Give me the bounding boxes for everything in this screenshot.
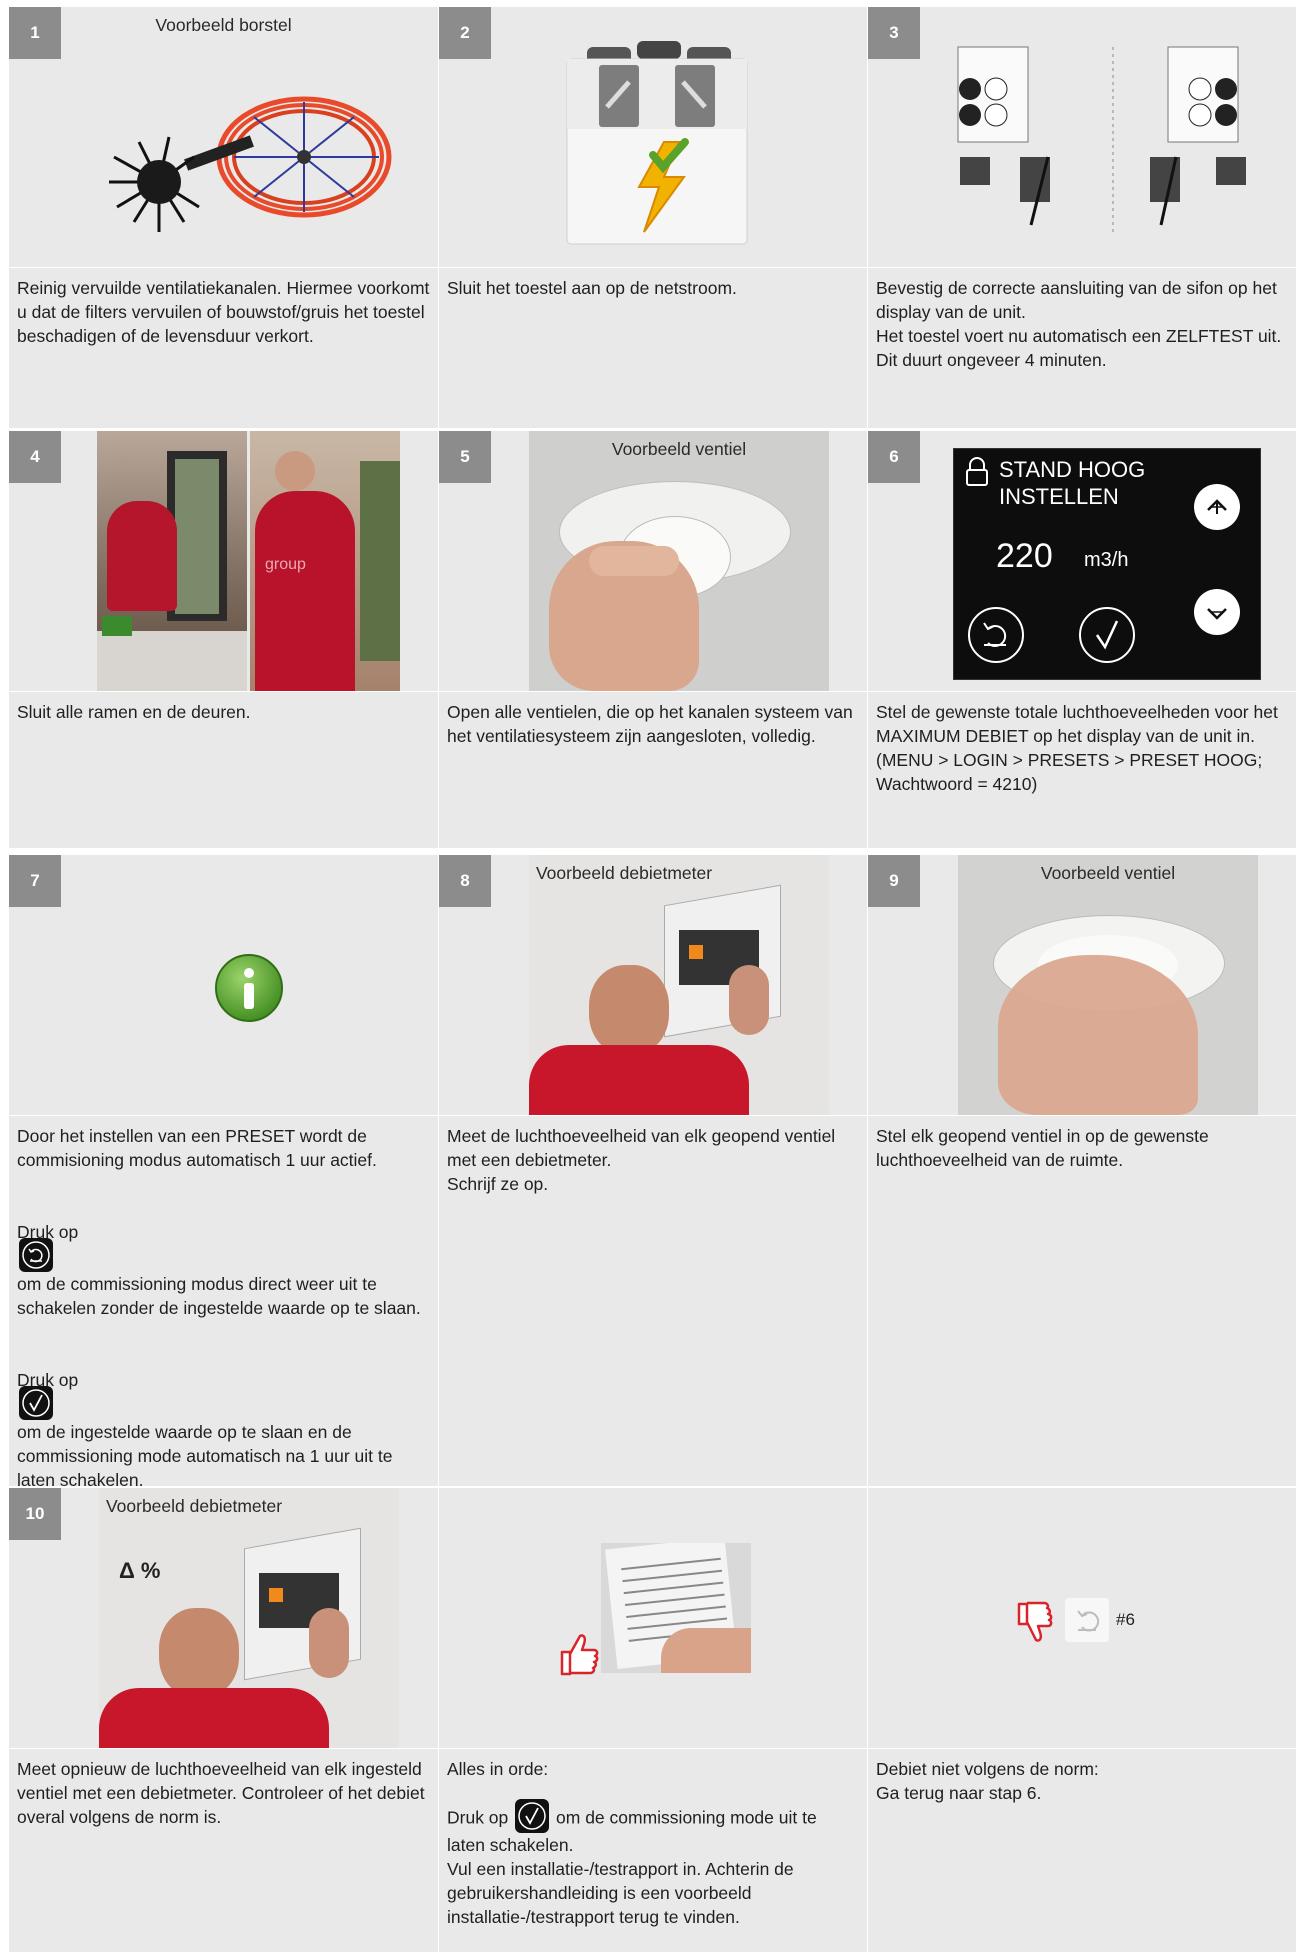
step-10-text: Meet opnieuw de luchthoeveelheid van elk…	[9, 1749, 438, 1952]
step-number: 5	[439, 431, 491, 483]
thumbs-up-icon	[560, 1634, 599, 1676]
window-photo-left	[97, 431, 247, 691]
step-3-text: Bevestig de correcte aansluiting van de …	[868, 268, 1296, 428]
valve-photo: Voorbeeld ventiel	[529, 431, 829, 691]
brush-illustration	[109, 96, 392, 232]
step-1-text: Reinig vervuilde ventilatiekanalen. Hier…	[9, 268, 438, 428]
instruction-prefix: Druk op	[447, 1807, 509, 1828]
step-reference: #6	[1116, 1610, 1135, 1629]
back-icon	[19, 1238, 53, 1272]
step-number: 3	[868, 7, 920, 59]
checkmark-icon	[515, 1799, 550, 1833]
image-caption: Voorbeeld debietmeter	[105, 1496, 283, 1516]
flowmeter-photo: Voorbeeld debietmeter	[529, 855, 829, 1115]
step-description: Stel de gewenste totale luchthoeveelhede…	[876, 702, 1278, 794]
back-icon	[1077, 1610, 1100, 1632]
step-number: 6	[868, 431, 920, 483]
step-number: 4	[9, 431, 61, 483]
image-caption: Voorbeeld debietmeter	[535, 863, 713, 883]
step-7-text: Door het instellen van een PRESET wordt …	[9, 1116, 438, 1486]
step-2-text: Sluit het toestel aan op de netstroom.	[439, 268, 867, 428]
siphon-diagram	[957, 46, 1246, 232]
image-caption: Voorbeeld ventiel	[1040, 863, 1176, 883]
display-title-line2: INSTELLEN	[999, 484, 1119, 509]
arrow-down-icon	[1207, 608, 1227, 620]
step-5-text: Open alle ventielen, die op het kanalen …	[439, 692, 867, 848]
back-button[interactable]	[968, 607, 1024, 663]
display-value: 220	[996, 537, 1053, 575]
finish-instruction: Druk op om de commissioning mode uit te …	[447, 1799, 859, 1929]
step-6-image: 6 STAND HOOG INSTELLEN 220 m3/h	[868, 431, 1296, 691]
step-description: Open alle ventielen, die op het kanalen …	[447, 702, 853, 746]
step-number: 1	[9, 7, 61, 59]
back-icon	[983, 622, 1007, 647]
arrow-up-icon	[1207, 499, 1227, 514]
ventilation-unit-illustration	[566, 41, 748, 245]
step-4-text: Sluit alle ramen en de deuren.	[9, 692, 438, 848]
image-caption: Voorbeeld ventiel	[611, 439, 747, 459]
step-8-image: 8 Voorbeeld debietmeter	[439, 855, 867, 1115]
display-title-line1: STAND HOOG	[999, 457, 1146, 482]
step-nok-image: #6	[868, 1488, 1296, 1748]
test-report-photo	[601, 1543, 751, 1673]
decrease-button[interactable]	[1194, 589, 1240, 635]
info-icon	[215, 954, 283, 1022]
instruction-suffix: om de commissioning modus direct weer ui…	[17, 1274, 421, 1318]
unit-display: STAND HOOG INSTELLEN 220 m3/h	[953, 448, 1261, 680]
step-3-image: 3	[868, 7, 1296, 267]
step-description: Stel elk geopend ventiel in op de gewens…	[876, 1126, 1209, 1170]
step-nok-text: Debiet niet volgens de norm: Ga terug na…	[868, 1749, 1296, 1952]
step-4-image: 4 group	[9, 431, 438, 691]
valve-adjust-photo: Voorbeeld ventiel	[958, 855, 1258, 1115]
save-instruction: Druk op om de ingestelde waarde op te sl…	[17, 1344, 430, 1486]
flowmeter-photo: Voorbeeld debietmeter Δ %	[99, 1488, 399, 1748]
step-number: 9	[868, 855, 920, 907]
step-9-text: Stel elk geopend ventiel in op de gewens…	[868, 1116, 1296, 1486]
step-number: 10	[9, 1488, 61, 1540]
confirm-button[interactable]	[1079, 607, 1135, 663]
step-7-image: 7	[9, 855, 438, 1115]
back-icon-badge	[1065, 1598, 1109, 1642]
step-number: 7	[9, 855, 61, 907]
step-description: Door het instellen van een PRESET wordt …	[17, 1126, 377, 1170]
delta-label: Δ %	[119, 1558, 161, 1583]
step-description: Reinig vervuilde ventilatiekanalen. Hier…	[17, 278, 430, 346]
step-description: Bevestig de correcte aansluiting van de …	[876, 278, 1282, 370]
step-description: Debiet niet volgens de norm: Ga terug na…	[876, 1759, 1099, 1803]
step-description: Meet de luchthoeveelheid van elk geopend…	[447, 1126, 836, 1194]
increase-button[interactable]	[1194, 484, 1240, 530]
window-photo-right: group	[250, 431, 400, 691]
step-description: Alles in orde:	[447, 1759, 549, 1779]
step-9-image: 9 Voorbeeld ventiel	[868, 855, 1296, 1115]
step-description: Sluit alle ramen en de deuren.	[17, 702, 251, 722]
step-1-image: 1 Voorbeeld borstel	[9, 7, 438, 267]
step-number: 8	[439, 855, 491, 907]
step-number: 2	[439, 7, 491, 59]
lock-icon	[966, 457, 988, 486]
step-description: Meet opnieuw de luchthoeveelheid van elk…	[17, 1759, 425, 1827]
step-8-text: Meet de luchthoeveelheid van elk geopend…	[439, 1116, 867, 1486]
image-caption: Voorbeeld borstel	[155, 15, 292, 35]
step-ok-text: Alles in orde: Druk op om de commissioni…	[439, 1749, 867, 1952]
step-6-text: Stel de gewenste totale luchthoeveelhede…	[868, 692, 1296, 848]
step-ok-image	[439, 1488, 867, 1748]
step-description: Sluit het toestel aan op de netstroom.	[447, 278, 737, 298]
display-unit: m3/h	[1084, 549, 1129, 571]
thumbs-down-icon	[1017, 1601, 1053, 1642]
checkmark-icon	[1095, 620, 1119, 650]
step-10-image: 10 Voorbeeld debietmeter Δ %	[9, 1488, 438, 1748]
cancel-instruction: Druk op om de commissioning modus direct…	[17, 1196, 430, 1320]
checkmark-icon	[19, 1386, 53, 1420]
step-5-image: 5 Voorbeeld ventiel	[439, 431, 867, 691]
instruction-suffix: om de ingestelde waarde op te slaan en d…	[17, 1422, 393, 1486]
step-2-image: 2	[439, 7, 867, 267]
shirt-print: group	[265, 556, 306, 573]
